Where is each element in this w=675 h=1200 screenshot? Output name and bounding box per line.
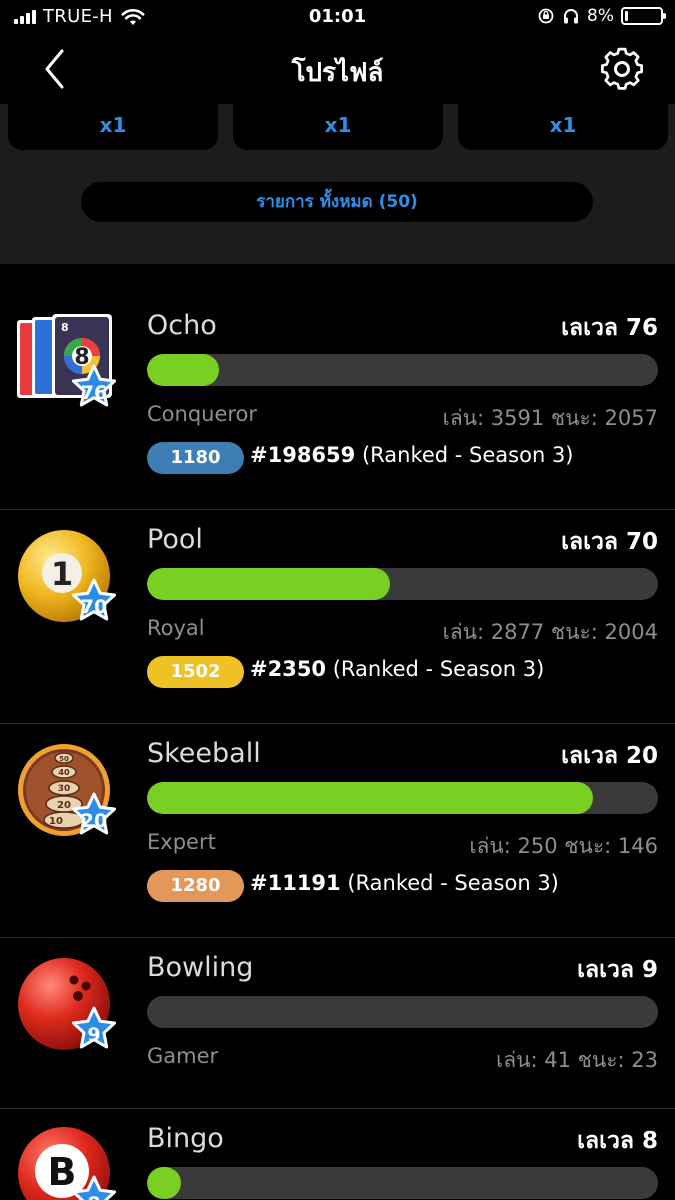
status-right: 8%: [537, 6, 666, 26]
rating-badge: 1280: [147, 870, 244, 902]
star-level: 70: [81, 596, 107, 618]
svg-text:10: 10: [49, 816, 63, 827]
rank-label: (Ranked - Season 3): [340, 871, 559, 895]
gear-icon[interactable]: [599, 46, 645, 92]
game-level: เลเวล 70: [561, 529, 658, 555]
svg-text:8: 8: [61, 321, 69, 334]
rank-number: #11191: [250, 871, 341, 895]
nav-bar: โปรไฟล์: [0, 34, 675, 104]
svg-text:20: 20: [57, 800, 71, 811]
rank-title: Gamer: [147, 1044, 219, 1068]
rank-title: Royal: [147, 616, 205, 640]
xp-progress-bar: [147, 1167, 658, 1199]
svg-text:1: 1: [51, 555, 73, 593]
bingo-ball-icon: B 8: [18, 1127, 116, 1200]
rank-number: #2350: [250, 657, 327, 681]
rank-text: #198659 (Ranked - Season 3): [250, 443, 574, 467]
inventory-summary: x1 x1 x1 รายการ ทั้งหมด (50): [0, 104, 675, 264]
all-items-button[interactable]: รายการ ทั้งหมด (50): [81, 182, 593, 222]
game-row-ocho[interactable]: 8 8 76 Ocho เลเวล 76 Conqueror เล่น: 359…: [0, 296, 675, 510]
xp-progress-bar: [147, 568, 658, 600]
page-title: โปรไฟล์: [291, 58, 384, 88]
rank-number: #198659: [250, 443, 356, 467]
game-name: Skeeball: [147, 738, 261, 769]
xp-progress-fill: [147, 568, 390, 600]
svg-text:40: 40: [58, 768, 70, 777]
item-count-card[interactable]: x1: [8, 104, 218, 150]
game-name: Ocho: [147, 310, 217, 341]
pool-ball-icon: 1 70: [18, 530, 116, 622]
rating-badge: 1502: [147, 656, 244, 688]
game-row-skeeball[interactable]: 50 40 30 20 10 20 Skeeball เลเวล 20 Expe…: [0, 724, 675, 938]
skeeball-icon: 50 40 30 20 10 20: [18, 744, 116, 836]
rank-title: Expert: [147, 830, 216, 854]
xp-progress-bar: [147, 782, 658, 814]
item-count: x1: [99, 113, 127, 137]
game-level: เลเวล 8: [577, 1128, 658, 1154]
item-count: x1: [324, 113, 352, 137]
play-stats: เล่น: 41 ชนะ: 23: [496, 1048, 658, 1072]
item-count: x1: [549, 113, 577, 137]
item-count-card[interactable]: x1: [458, 104, 668, 150]
game-level: เลเวล 9: [577, 957, 658, 983]
game-row-pool[interactable]: 1 70 Pool เลเวล 70 Royal เล่น: 2877 ชนะ:…: [0, 510, 675, 724]
xp-progress-fill: [147, 354, 219, 386]
play-stats: เล่น: 3591 ชนะ: 2057: [442, 406, 658, 430]
rank-label: (Ranked - Season 3): [355, 443, 574, 467]
rank-label: (Ranked - Season 3): [326, 657, 545, 681]
svg-text:8: 8: [74, 345, 89, 370]
svg-text:30: 30: [58, 784, 71, 794]
xp-progress-bar: [147, 354, 658, 386]
star-level: 20: [81, 810, 107, 832]
item-count-card[interactable]: x1: [233, 104, 443, 150]
game-name: Bingo: [147, 1123, 224, 1154]
rank-text: #2350 (Ranked - Season 3): [250, 657, 544, 681]
play-stats: เล่น: 250 ชนะ: 146: [469, 834, 658, 858]
star-level: 76: [81, 382, 107, 404]
orientation-lock-icon: [538, 8, 554, 24]
xp-progress-bar: [147, 996, 658, 1028]
xp-progress-fill: [147, 1167, 181, 1199]
bowling-ball-icon: 9: [18, 958, 116, 1050]
game-level: เลเวล 20: [561, 743, 658, 769]
star-level: 9: [87, 1024, 100, 1046]
svg-text:50: 50: [59, 755, 69, 763]
rank-text: #11191 (Ranked - Season 3): [250, 871, 559, 895]
svg-text:B: B: [48, 1150, 77, 1194]
play-stats: เล่น: 2877 ชนะ: 2004: [442, 620, 658, 644]
battery-icon: [621, 7, 666, 25]
rank-title: Conqueror: [147, 402, 258, 426]
game-row-bingo[interactable]: B 8 Bingo เลเวล 8: [0, 1109, 675, 1200]
status-bar: TRUE-H 01:01 8%: [0, 0, 675, 34]
ocho-cards-icon: 8 8 76: [17, 314, 116, 407]
game-row-bowling[interactable]: 9 Bowling เลเวล 9 Gamer เล่น: 41 ชนะ: 23: [0, 938, 675, 1109]
xp-progress-fill: [147, 782, 593, 814]
star-level: 8: [87, 1193, 100, 1200]
game-name: Bowling: [147, 952, 254, 983]
game-name: Pool: [147, 524, 203, 555]
battery-percent: 8%: [587, 6, 614, 26]
rating-badge: 1180: [147, 442, 244, 474]
headphones-icon: [564, 9, 579, 24]
game-level: เลเวล 76: [561, 315, 658, 341]
